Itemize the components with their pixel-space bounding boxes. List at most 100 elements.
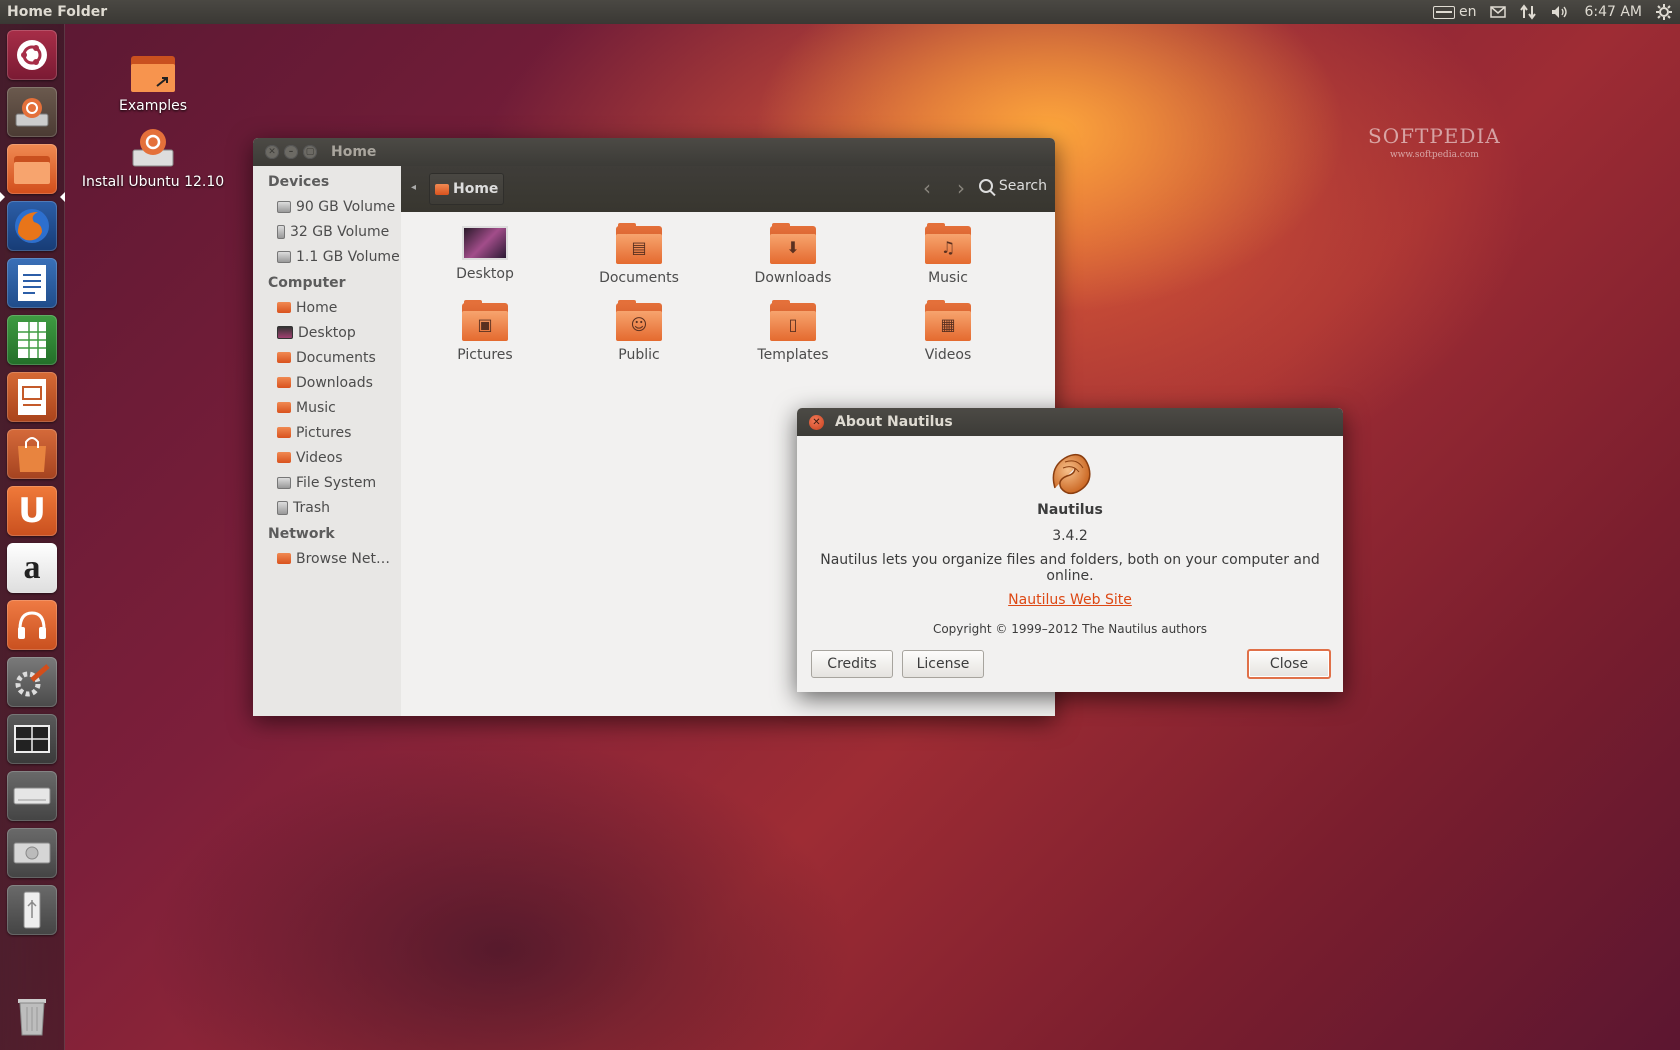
launcher-system-settings[interactable] bbox=[7, 657, 57, 707]
launcher-software-center[interactable] bbox=[7, 429, 57, 479]
back-button[interactable]: ‹ bbox=[923, 176, 931, 200]
file-item-music[interactable]: ♫ Music bbox=[888, 223, 1008, 286]
launcher-amazon[interactable]: a bbox=[7, 543, 57, 593]
launcher-trash[interactable] bbox=[7, 990, 57, 1040]
session-indicator[interactable] bbox=[1656, 4, 1672, 20]
videos-folder-icon bbox=[277, 452, 291, 463]
search-button[interactable]: Search bbox=[978, 178, 1047, 194]
launcher-removable-drive[interactable] bbox=[7, 771, 57, 821]
desktop-icon-install-ubuntu[interactable]: Install Ubuntu 12.10 bbox=[78, 126, 228, 190]
documents-folder-icon: ▤ bbox=[616, 223, 662, 264]
keyboard-indicator[interactable]: en bbox=[1432, 4, 1476, 20]
launcher-firefox[interactable] bbox=[7, 201, 57, 251]
sidebar-item-90gb-volume[interactable]: 90 GB Volume bbox=[253, 194, 401, 219]
launcher-usb-drive[interactable] bbox=[7, 885, 57, 935]
minimize-window-button[interactable]: – bbox=[284, 145, 298, 159]
launcher-music-store[interactable] bbox=[7, 600, 57, 650]
sidebar-item-label: Music bbox=[296, 399, 336, 416]
folder-icon bbox=[14, 156, 50, 184]
installer-icon bbox=[132, 129, 174, 167]
forward-button[interactable]: › bbox=[957, 176, 965, 200]
sidebar-item-label: Documents bbox=[296, 349, 376, 366]
sidebar-item-file-system[interactable]: File System bbox=[253, 470, 401, 495]
sidebar-header-devices: Devices bbox=[268, 174, 330, 190]
sidebar-item-label: Home bbox=[296, 299, 338, 316]
sidebar-item-browse-network[interactable]: Browse Net… bbox=[253, 546, 401, 571]
file-label: Desktop bbox=[456, 266, 514, 282]
file-label: Videos bbox=[924, 347, 972, 363]
dialog-title: About Nautilus bbox=[835, 414, 953, 430]
watermark-brand: SOFTPEDIA bbox=[1368, 124, 1501, 148]
clock-indicator[interactable]: 6:47 AM bbox=[1584, 4, 1642, 20]
launcher-hard-drive[interactable] bbox=[7, 828, 57, 878]
file-item-desktop[interactable]: Desktop bbox=[425, 226, 545, 282]
copyright-text: Copyright © 1999–2012 The Nautilus autho… bbox=[932, 622, 1208, 636]
launcher-writer[interactable] bbox=[7, 258, 57, 308]
breadcrumb-scroll-left-icon[interactable]: ◂ bbox=[411, 182, 416, 193]
close-button[interactable]: Close bbox=[1247, 649, 1331, 679]
close-window-button[interactable]: ✕ bbox=[265, 145, 279, 159]
keyboard-icon bbox=[1432, 5, 1455, 19]
file-item-videos[interactable]: ▦ Videos bbox=[888, 300, 1008, 363]
launcher-files[interactable] bbox=[7, 144, 57, 194]
sidebar-item-label: 32 GB Volume bbox=[290, 223, 390, 240]
sidebar-item-videos[interactable]: Videos bbox=[253, 445, 401, 470]
website-link[interactable]: Nautilus Web Site bbox=[797, 592, 1343, 608]
home-folder-icon bbox=[277, 302, 291, 313]
maximize-window-button[interactable]: ▢ bbox=[303, 145, 317, 159]
sound-indicator[interactable] bbox=[1550, 4, 1570, 20]
close-dialog-icon[interactable]: ✕ bbox=[809, 414, 824, 430]
file-label: Documents bbox=[599, 270, 679, 286]
desktop-icon-examples[interactable]: Examples bbox=[100, 52, 206, 114]
pictures-folder-icon bbox=[277, 427, 291, 438]
file-item-pictures[interactable]: ▣ Pictures bbox=[425, 300, 545, 363]
public-folder-icon: ☺ bbox=[616, 300, 662, 341]
about-dialog: ✕ About Nautilus Nautilus 3.4.2 Nautilus… bbox=[797, 408, 1343, 692]
sidebar-item-pictures[interactable]: Pictures bbox=[253, 420, 401, 445]
active-window-title: Home Folder bbox=[7, 4, 108, 20]
file-item-downloads[interactable]: ⬇ Downloads bbox=[733, 223, 853, 286]
breadcrumb-label: Home bbox=[453, 181, 499, 197]
sidebar-item-label: File System bbox=[296, 474, 377, 491]
file-label: Music bbox=[928, 270, 968, 286]
breadcrumb-home[interactable]: Home bbox=[429, 173, 505, 205]
sidebar-item-1gb-volume[interactable]: 1.1 GB Volume bbox=[253, 244, 401, 269]
settings-wrench-icon bbox=[15, 664, 50, 697]
dash-button[interactable] bbox=[7, 30, 57, 80]
drive-icon bbox=[277, 250, 291, 263]
ubuntu-one-icon: U bbox=[18, 491, 46, 531]
about-dialog-titlebar[interactable]: ✕ About Nautilus bbox=[797, 408, 1343, 436]
launcher-workspace-switcher[interactable] bbox=[7, 714, 57, 764]
usb-drive-icon bbox=[277, 224, 285, 239]
workspaces-icon bbox=[14, 725, 50, 753]
sidebar-item-label: Videos bbox=[296, 449, 343, 466]
sidebar-item-label: Browse Net… bbox=[296, 550, 391, 567]
sidebar-item-trash[interactable]: Trash bbox=[253, 495, 401, 520]
sidebar-item-desktop[interactable]: Desktop bbox=[253, 320, 401, 345]
launcher-impress[interactable] bbox=[7, 372, 57, 422]
sidebar-item-music[interactable]: Music bbox=[253, 395, 401, 420]
network-icon bbox=[277, 553, 291, 564]
desktop-icon bbox=[277, 326, 293, 339]
drive-icon bbox=[277, 200, 291, 213]
sidebar-item-home[interactable]: Home bbox=[253, 295, 401, 320]
installer-icon bbox=[15, 98, 49, 127]
file-item-templates[interactable]: ▯ Templates bbox=[733, 300, 853, 363]
sidebar-item-label: Downloads bbox=[296, 374, 373, 391]
sidebar-item-downloads[interactable]: Downloads bbox=[253, 370, 401, 395]
launcher-ubuntu-one[interactable]: U bbox=[7, 486, 57, 536]
launcher-calc[interactable] bbox=[7, 315, 57, 365]
file-item-documents[interactable]: ▤ Documents bbox=[579, 223, 699, 286]
file-item-public[interactable]: ☺ Public bbox=[579, 300, 699, 363]
home-folder-icon bbox=[435, 183, 449, 195]
downloads-folder-icon bbox=[277, 377, 291, 388]
network-indicator[interactable] bbox=[1520, 4, 1537, 20]
license-button[interactable]: License bbox=[902, 650, 984, 678]
sidebar-item-label: Trash bbox=[293, 499, 330, 516]
credits-button[interactable]: Credits bbox=[811, 650, 893, 678]
messaging-indicator[interactable] bbox=[1490, 6, 1507, 18]
sidebar-item-32gb-volume[interactable]: 32 GB Volume bbox=[253, 219, 401, 244]
sidebar-item-documents[interactable]: Documents bbox=[253, 345, 401, 370]
launcher-install-ubuntu[interactable] bbox=[7, 87, 57, 137]
files-window-titlebar[interactable]: ✕ – ▢ Home bbox=[253, 138, 1055, 166]
